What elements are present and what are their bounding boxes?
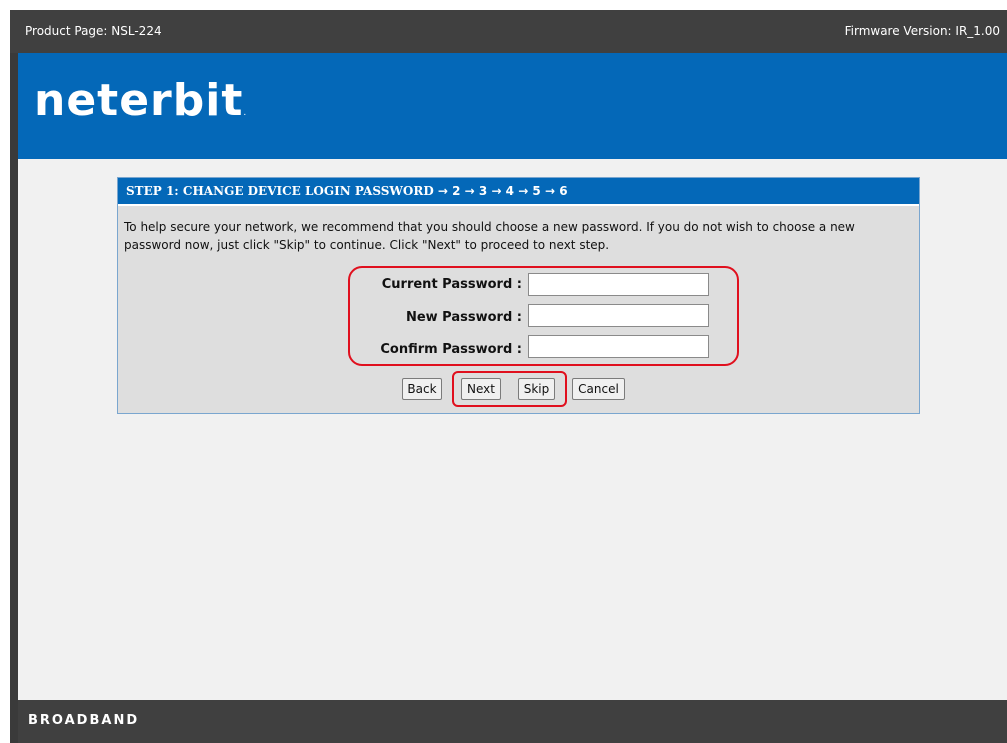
brand-banner: neterbit. bbox=[18, 53, 1007, 159]
step-title: STEP 1: CHANGE DEVICE LOGIN PASSWORD → 2… bbox=[126, 184, 568, 198]
logo-text: neterbit bbox=[34, 75, 244, 126]
footer-bar: BROADBAND bbox=[18, 700, 1007, 743]
logo-mark: . bbox=[243, 108, 248, 118]
step-progress: → 2 → 3 → 4 → 5 → 6 bbox=[437, 184, 568, 198]
step-title-text: STEP 1: CHANGE DEVICE LOGIN PASSWORD bbox=[126, 184, 434, 198]
product-page-label: Product Page: NSL-224 bbox=[25, 24, 162, 38]
back-button[interactable]: Back bbox=[402, 378, 442, 400]
cancel-button[interactable]: Cancel bbox=[572, 378, 625, 400]
step-header: STEP 1: CHANGE DEVICE LOGIN PASSWORD → 2… bbox=[118, 178, 919, 206]
broadband-logo: BROADBAND bbox=[28, 713, 140, 728]
top-bar: Product Page: NSL-224 Firmware Version: … bbox=[10, 10, 1007, 53]
neterbit-logo: neterbit. bbox=[34, 75, 247, 126]
next-skip-highlight bbox=[452, 371, 567, 407]
step-description: To help secure your network, we recommen… bbox=[124, 220, 855, 252]
password-fields-highlight bbox=[348, 266, 739, 366]
firmware-version-label: Firmware Version: IR_1.00 bbox=[844, 24, 1000, 38]
